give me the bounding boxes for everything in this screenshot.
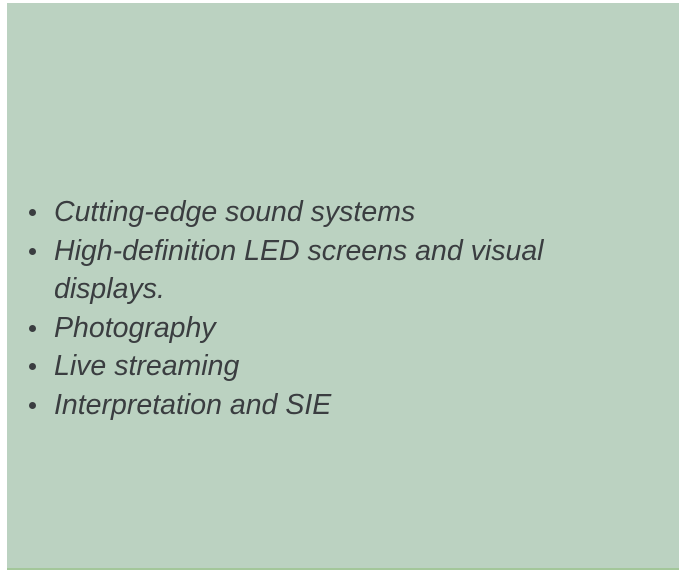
bullet-icon [29,247,36,255]
list-item-label: High-definition LED screens and visual d… [54,234,544,306]
list-item-label: Photography [54,311,216,344]
list-item: Photography [27,309,647,348]
list-item: Live streaming [27,347,647,386]
list-item: High-definition LED screens and visual d… [27,232,647,309]
content-panel: Cutting-edge sound systems High-definiti… [7,3,679,570]
list-item: Cutting-edge sound systems [27,193,647,232]
bullet-icon [29,324,36,332]
list-item-label: Cutting-edge sound systems [54,196,416,228]
list-item: Interpretation and SIE [27,386,647,425]
bullet-icon [29,363,36,370]
list-item-label: Interpretation and SIE [54,388,332,421]
bullet-icon [29,209,36,216]
bullet-icon [29,401,36,409]
services-list: Cutting-edge sound systems High-definiti… [27,193,647,424]
list-item-label: Live streaming [54,350,240,382]
